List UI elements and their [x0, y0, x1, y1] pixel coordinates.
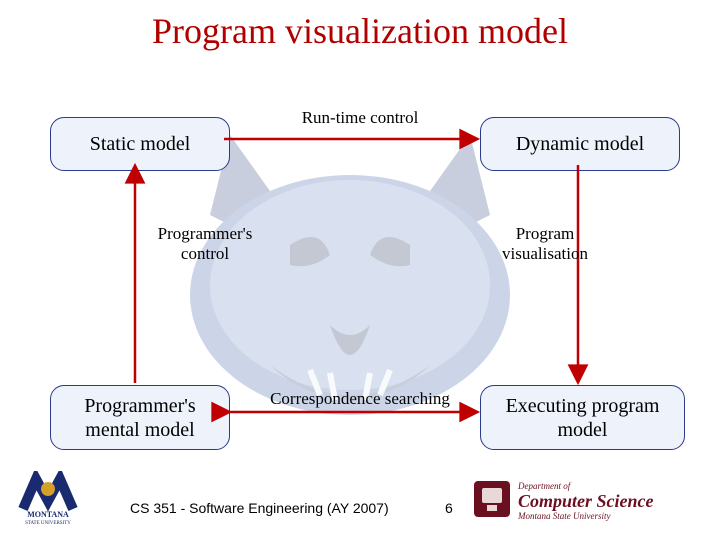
label-correspondence-searching: Correspondence searching: [250, 389, 470, 409]
slide: Program visualization model Static model…: [0, 0, 720, 540]
svg-text:Department of: Department of: [517, 481, 572, 491]
svg-text:Computer Science: Computer Science: [518, 491, 654, 511]
arrows: [0, 0, 720, 540]
footer-course: CS 351 - Software Engineering (AY 2007): [130, 500, 389, 516]
label-program-visualisation: Program visualisation: [480, 224, 610, 264]
montana-logo: MONTANA STATE UNIVERSITY: [18, 471, 113, 530]
label-runtime-control: Run-time control: [270, 108, 450, 128]
svg-text:STATE UNIVERSITY: STATE UNIVERSITY: [25, 521, 71, 525]
label-programmers-control: Programmer's control: [140, 224, 270, 264]
svg-text:MONTANA: MONTANA: [27, 510, 69, 519]
svg-text:Montana State University: Montana State University: [517, 511, 610, 521]
cs-dept-logo: Department of Computer Science Montana S…: [472, 475, 702, 530]
footer-page-number: 6: [445, 500, 453, 516]
